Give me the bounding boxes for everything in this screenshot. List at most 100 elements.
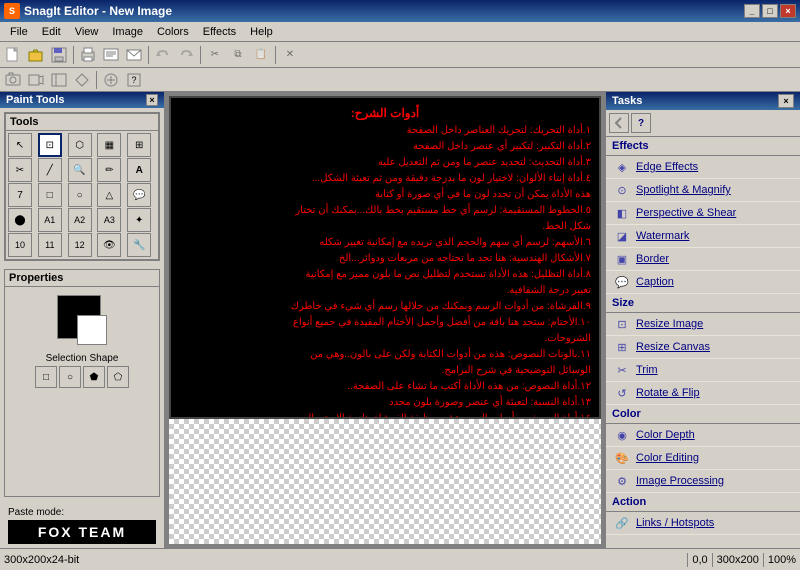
- tool-pencil[interactable]: ✏: [97, 158, 121, 182]
- effects-section-header: Effects: [606, 137, 800, 156]
- tool-select[interactable]: ⊡: [38, 133, 62, 157]
- effect-edge-effects[interactable]: ◈ Edge Effects: [606, 156, 800, 179]
- canvas-frame: أدوات الشرح: ١.أداة التحريك: لتحريك العن…: [169, 96, 601, 544]
- watermark-icon: ◪: [614, 228, 630, 244]
- tool-magnify[interactable]: 🔍: [68, 158, 92, 182]
- shape-custom2[interactable]: ⬠: [107, 366, 129, 388]
- tool3[interactable]: [48, 69, 70, 91]
- image-processing-label: Image Processing: [636, 475, 724, 487]
- tool-textB[interactable]: A2: [68, 208, 92, 232]
- tool6[interactable]: ?: [123, 69, 145, 91]
- capture-button[interactable]: [2, 69, 24, 91]
- shape-oval[interactable]: ○: [59, 366, 81, 388]
- tool-triangle[interactable]: △: [97, 183, 121, 207]
- tool-textC[interactable]: A3: [97, 208, 121, 232]
- resize-image-icon: ⊡: [614, 316, 630, 332]
- effect-resize-image[interactable]: ⊡ Resize Image: [606, 313, 800, 336]
- tool-callout[interactable]: 💬: [127, 183, 151, 207]
- tool-text[interactable]: A: [127, 158, 151, 182]
- window-controls[interactable]: _ □ ×: [744, 4, 796, 18]
- print-button[interactable]: [77, 44, 99, 66]
- effect-color-depth[interactable]: ◉ Color Depth: [606, 424, 800, 447]
- effect-rotate-flip[interactable]: ↺ Rotate & Flip: [606, 382, 800, 405]
- menu-view[interactable]: View: [69, 24, 105, 40]
- cut-button[interactable]: ✂: [204, 44, 226, 66]
- tasks-back-button[interactable]: [609, 113, 629, 133]
- paint-tools-close[interactable]: ×: [146, 94, 158, 106]
- status-size: 300x200: [717, 554, 759, 566]
- tool-cut[interactable]: ✂: [8, 158, 32, 182]
- arabic-text-overlay: أدوات الشرح: ١.أداة التحريك: لتحريك العن…: [171, 98, 599, 417]
- effect-watermark[interactable]: ◪ Watermark: [606, 225, 800, 248]
- left-panel: Paint Tools × Tools ↖ ⊡ ⬡ ▦ ⊞ ✂ ╱ 🔍 ✏ A …: [0, 92, 165, 548]
- menu-help[interactable]: Help: [244, 24, 279, 40]
- perspective-shear-icon: ◧: [614, 205, 630, 221]
- effect-border[interactable]: ▣ Border: [606, 248, 800, 271]
- tool-11[interactable]: 11: [38, 233, 62, 257]
- menu-image[interactable]: Image: [106, 24, 149, 40]
- delete-button[interactable]: ✕: [279, 44, 301, 66]
- status-separator-1: [687, 553, 688, 567]
- color-section-header: Color: [606, 405, 800, 424]
- tool-eye[interactable]: 👁: [97, 233, 121, 257]
- properties-header: Properties: [5, 270, 159, 287]
- open-button[interactable]: [25, 44, 47, 66]
- shape-rect[interactable]: □: [35, 366, 57, 388]
- status-dimensions: 300x200x24-bit: [4, 554, 683, 566]
- effect-spotlight-magnify[interactable]: ⊙ Spotlight & Magnify: [606, 179, 800, 202]
- tool-7[interactable]: 7: [8, 183, 32, 207]
- menu-effects[interactable]: Effects: [197, 24, 242, 40]
- tool-rect[interactable]: □: [38, 183, 62, 207]
- effect-links-hotspots[interactable]: 🔗 Links / Hotspots: [606, 512, 800, 535]
- app-icon: S: [4, 3, 20, 19]
- save-button[interactable]: [48, 44, 70, 66]
- minimize-button[interactable]: _: [744, 4, 760, 18]
- tool4[interactable]: [71, 69, 93, 91]
- maximize-button[interactable]: □: [762, 4, 778, 18]
- undo-button[interactable]: [152, 44, 174, 66]
- effect-caption[interactable]: 💬 Caption: [606, 271, 800, 294]
- background-color[interactable]: [77, 315, 107, 345]
- tool-10[interactable]: 10: [8, 233, 32, 257]
- effect-trim[interactable]: ✂ Trim: [606, 359, 800, 382]
- tool-crop[interactable]: ⊞: [127, 133, 151, 157]
- menu-colors[interactable]: Colors: [151, 24, 195, 40]
- paste-mode-label: Paste mode:: [8, 507, 156, 518]
- tool-oval[interactable]: ○: [68, 183, 92, 207]
- rotate-flip-icon: ↺: [614, 385, 630, 401]
- tool-balloon[interactable]: ⬤: [8, 208, 32, 232]
- new-button[interactable]: [2, 44, 24, 66]
- preview-button[interactable]: [100, 44, 122, 66]
- tool-smart[interactable]: ▦: [97, 133, 121, 157]
- image-canvas[interactable]: أدوات الشرح: ١.أداة التحريك: لتحريك العن…: [169, 96, 601, 419]
- right-panel: Tasks × ? Effects ◈ Edge Effects ⊙ Spotl…: [605, 92, 800, 548]
- tool5[interactable]: [100, 69, 122, 91]
- paste-button[interactable]: 📋: [250, 44, 272, 66]
- tool-line[interactable]: ╱: [38, 158, 62, 182]
- tool-12[interactable]: 12: [68, 233, 92, 257]
- redo-button[interactable]: [175, 44, 197, 66]
- effect-perspective-shear[interactable]: ◧ Perspective & Shear: [606, 202, 800, 225]
- video-button[interactable]: [25, 69, 47, 91]
- close-button[interactable]: ×: [780, 4, 796, 18]
- tool-stamp[interactable]: ✦: [127, 208, 151, 232]
- menu-file[interactable]: File: [4, 24, 34, 40]
- email-button[interactable]: [123, 44, 145, 66]
- tasks-close-button[interactable]: ×: [778, 94, 794, 108]
- tool-wrench[interactable]: 🔧: [127, 233, 151, 257]
- caption-label: Caption: [636, 276, 674, 288]
- copy-button[interactable]: ⧉: [227, 44, 249, 66]
- menu-edit[interactable]: Edit: [36, 24, 67, 40]
- shape-custom1[interactable]: ⬟: [83, 366, 105, 388]
- color-editing-label: Color Editing: [636, 452, 699, 464]
- tool-arrow[interactable]: ↖: [8, 133, 32, 157]
- effect-color-editing[interactable]: 🎨 Color Editing: [606, 447, 800, 470]
- tasks-title: Tasks: [612, 95, 642, 107]
- tasks-help-button[interactable]: ?: [631, 113, 651, 133]
- effect-image-processing[interactable]: ⚙ Image Processing: [606, 470, 800, 493]
- tool-textA[interactable]: A1: [38, 208, 62, 232]
- effect-resize-canvas[interactable]: ⊞ Resize Canvas: [606, 336, 800, 359]
- tasks-header-buttons[interactable]: ×: [778, 94, 794, 108]
- sub-toolbar: ?: [0, 68, 800, 92]
- tool-freeselect[interactable]: ⬡: [68, 133, 92, 157]
